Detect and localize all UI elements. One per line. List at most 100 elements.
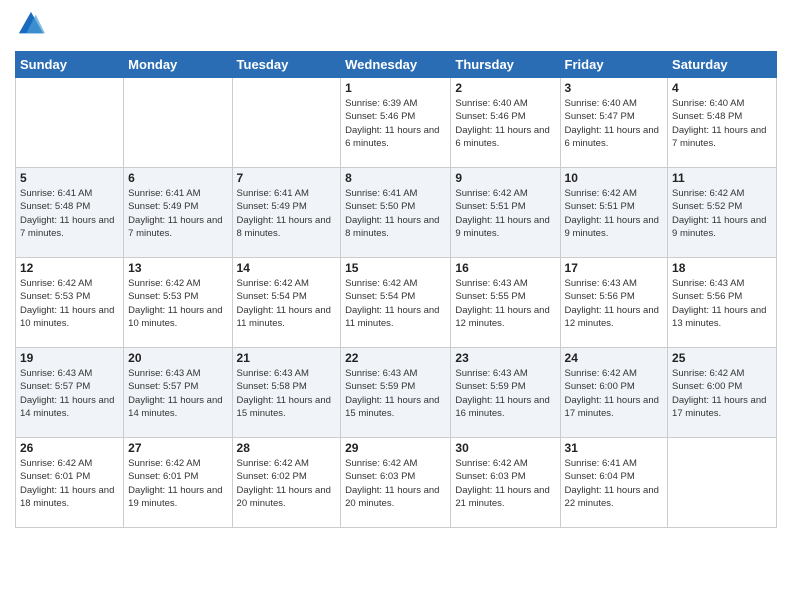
day-info: Sunrise: 6:42 AM Sunset: 5:52 PM Dayligh… [672, 187, 772, 240]
day-number: 2 [455, 81, 555, 95]
week-row-2: 5Sunrise: 6:41 AM Sunset: 5:48 PM Daylig… [16, 168, 777, 258]
day-info: Sunrise: 6:42 AM Sunset: 6:02 PM Dayligh… [237, 457, 337, 510]
day-number: 18 [672, 261, 772, 275]
day-info: Sunrise: 6:39 AM Sunset: 5:46 PM Dayligh… [345, 97, 446, 150]
day-cell [668, 438, 777, 528]
day-number: 11 [672, 171, 772, 185]
day-cell: 3 Sunrise: 6:40 AM Sunset: 5:47 PM Daylig… [560, 78, 668, 168]
week-row-1: 1 Sunrise: 6:39 AM Sunset: 5:46 PM Daylig… [16, 78, 777, 168]
day-info: Sunrise: 6:43 AM Sunset: 5:57 PM Dayligh… [20, 367, 119, 420]
day-info: Sunrise: 6:42 AM Sunset: 6:00 PM Dayligh… [565, 367, 664, 420]
day-cell: 5Sunrise: 6:41 AM Sunset: 5:48 PM Daylig… [16, 168, 124, 258]
day-number: 10 [565, 171, 664, 185]
day-cell: 6 Sunrise: 6:41 AM Sunset: 5:49 PM Daylig… [124, 168, 232, 258]
day-info: Sunrise: 6:40 AM Sunset: 5:47 PM Dayligh… [565, 97, 664, 150]
day-number: 4 [672, 81, 772, 95]
day-number: 1 [345, 81, 446, 95]
day-number: 9 [455, 171, 555, 185]
day-info: Sunrise: 6:42 AM Sunset: 6:01 PM Dayligh… [20, 457, 119, 510]
day-cell: 29Sunrise: 6:42 AM Sunset: 6:03 PM Dayli… [341, 438, 451, 528]
day-number: 16 [455, 261, 555, 275]
day-info: Sunrise: 6:42 AM Sunset: 5:53 PM Dayligh… [128, 277, 227, 330]
weekday-header-row: SundayMondayTuesdayWednesdayThursdayFrid… [16, 52, 777, 78]
day-info: Sunrise: 6:43 AM Sunset: 5:55 PM Dayligh… [455, 277, 555, 330]
day-info: Sunrise: 6:42 AM Sunset: 5:51 PM Dayligh… [455, 187, 555, 240]
day-cell [124, 78, 232, 168]
day-number: 19 [20, 351, 119, 365]
day-cell: 21 Sunrise: 6:43 AM Sunset: 5:58 PM Dayli… [232, 348, 341, 438]
day-info: Sunrise: 6:43 AM Sunset: 5:57 PM Dayligh… [128, 367, 227, 420]
calendar-table: SundayMondayTuesdayWednesdayThursdayFrid… [15, 51, 777, 528]
day-info: Sunrise: 6:43 AM Sunset: 5:56 PM Dayligh… [565, 277, 664, 330]
day-cell: 9 Sunrise: 6:42 AM Sunset: 5:51 PM Daylig… [451, 168, 560, 258]
weekday-header-tuesday: Tuesday [232, 52, 341, 78]
day-number: 20 [128, 351, 227, 365]
day-cell: 20 Sunrise: 6:43 AM Sunset: 5:57 PM Dayli… [124, 348, 232, 438]
header [15, 10, 777, 43]
day-number: 5 [20, 171, 119, 185]
day-cell: 19 Sunrise: 6:43 AM Sunset: 5:57 PM Dayli… [16, 348, 124, 438]
day-cell: 10Sunrise: 6:42 AM Sunset: 5:51 PM Dayli… [560, 168, 668, 258]
day-cell: 30 Sunrise: 6:42 AM Sunset: 6:03 PM Dayli… [451, 438, 560, 528]
day-info: Sunrise: 6:42 AM Sunset: 6:01 PM Dayligh… [128, 457, 227, 510]
day-number: 31 [565, 441, 664, 455]
day-info: Sunrise: 6:41 AM Sunset: 5:50 PM Dayligh… [345, 187, 446, 240]
day-cell: 25Sunrise: 6:42 AM Sunset: 6:00 PM Dayli… [668, 348, 777, 438]
day-number: 26 [20, 441, 119, 455]
day-cell: 11 Sunrise: 6:42 AM Sunset: 5:52 PM Dayli… [668, 168, 777, 258]
day-number: 30 [455, 441, 555, 455]
day-cell: 4Sunrise: 6:40 AM Sunset: 5:48 PM Daylig… [668, 78, 777, 168]
logo-icon [17, 10, 45, 38]
day-cell: 1 Sunrise: 6:39 AM Sunset: 5:46 PM Daylig… [341, 78, 451, 168]
day-number: 15 [345, 261, 446, 275]
day-info: Sunrise: 6:42 AM Sunset: 5:54 PM Dayligh… [345, 277, 446, 330]
day-number: 14 [237, 261, 337, 275]
week-row-5: 26 Sunrise: 6:42 AM Sunset: 6:01 PM Dayli… [16, 438, 777, 528]
day-cell [232, 78, 341, 168]
day-number: 3 [565, 81, 664, 95]
day-cell: 15 Sunrise: 6:42 AM Sunset: 5:54 PM Dayli… [341, 258, 451, 348]
day-cell: 27 Sunrise: 6:42 AM Sunset: 6:01 PM Dayli… [124, 438, 232, 528]
day-cell: 18 Sunrise: 6:43 AM Sunset: 5:56 PM Dayli… [668, 258, 777, 348]
day-number: 23 [455, 351, 555, 365]
day-number: 21 [237, 351, 337, 365]
day-number: 6 [128, 171, 227, 185]
day-cell: 7 Sunrise: 6:41 AM Sunset: 5:49 PM Daylig… [232, 168, 341, 258]
day-info: Sunrise: 6:42 AM Sunset: 6:03 PM Dayligh… [345, 457, 446, 510]
day-cell: 2 Sunrise: 6:40 AM Sunset: 5:46 PM Daylig… [451, 78, 560, 168]
weekday-header-friday: Friday [560, 52, 668, 78]
day-info: Sunrise: 6:43 AM Sunset: 5:59 PM Dayligh… [345, 367, 446, 420]
day-cell: 17 Sunrise: 6:43 AM Sunset: 5:56 PM Dayli… [560, 258, 668, 348]
day-info: Sunrise: 6:42 AM Sunset: 5:53 PM Dayligh… [20, 277, 119, 330]
day-info: Sunrise: 6:42 AM Sunset: 6:03 PM Dayligh… [455, 457, 555, 510]
weekday-header-thursday: Thursday [451, 52, 560, 78]
day-cell: 8 Sunrise: 6:41 AM Sunset: 5:50 PM Daylig… [341, 168, 451, 258]
day-number: 12 [20, 261, 119, 275]
day-number: 28 [237, 441, 337, 455]
week-row-4: 19 Sunrise: 6:43 AM Sunset: 5:57 PM Dayli… [16, 348, 777, 438]
day-cell: 23 Sunrise: 6:43 AM Sunset: 5:59 PM Dayli… [451, 348, 560, 438]
day-info: Sunrise: 6:43 AM Sunset: 5:56 PM Dayligh… [672, 277, 772, 330]
day-info: Sunrise: 6:40 AM Sunset: 5:46 PM Dayligh… [455, 97, 555, 150]
day-info: Sunrise: 6:43 AM Sunset: 5:59 PM Dayligh… [455, 367, 555, 420]
day-number: 17 [565, 261, 664, 275]
day-number: 8 [345, 171, 446, 185]
day-number: 27 [128, 441, 227, 455]
day-cell: 14 Sunrise: 6:42 AM Sunset: 5:54 PM Dayli… [232, 258, 341, 348]
day-number: 22 [345, 351, 446, 365]
day-number: 25 [672, 351, 772, 365]
day-cell: 12 Sunrise: 6:42 AM Sunset: 5:53 PM Dayli… [16, 258, 124, 348]
day-cell [16, 78, 124, 168]
day-number: 7 [237, 171, 337, 185]
day-info: Sunrise: 6:41 AM Sunset: 5:49 PM Dayligh… [237, 187, 337, 240]
day-cell: 26 Sunrise: 6:42 AM Sunset: 6:01 PM Dayli… [16, 438, 124, 528]
day-cell: 31 Sunrise: 6:41 AM Sunset: 6:04 PM Dayli… [560, 438, 668, 528]
weekday-header-sunday: Sunday [16, 52, 124, 78]
day-info: Sunrise: 6:43 AM Sunset: 5:58 PM Dayligh… [237, 367, 337, 420]
logo [15, 10, 45, 43]
page: SundayMondayTuesdayWednesdayThursdayFrid… [0, 0, 792, 612]
day-info: Sunrise: 6:41 AM Sunset: 5:49 PM Dayligh… [128, 187, 227, 240]
day-info: Sunrise: 6:42 AM Sunset: 5:54 PM Dayligh… [237, 277, 337, 330]
day-info: Sunrise: 6:41 AM Sunset: 6:04 PM Dayligh… [565, 457, 664, 510]
day-cell: 13Sunrise: 6:42 AM Sunset: 5:53 PM Dayli… [124, 258, 232, 348]
